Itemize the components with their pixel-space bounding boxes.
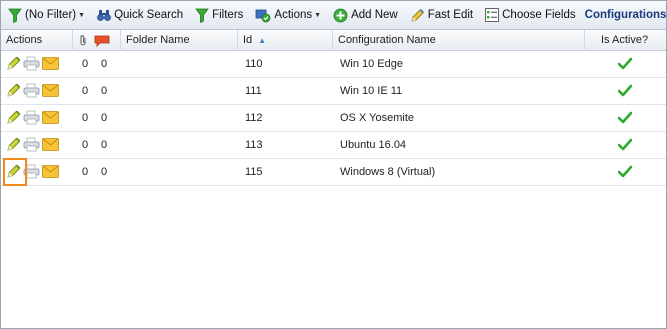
edit-icon[interactable] xyxy=(6,109,21,125)
fast-edit-button[interactable]: Fast Edit xyxy=(407,4,476,26)
email-icon[interactable] xyxy=(42,137,59,151)
table-row[interactable]: 0 0 110 Win 10 Edge xyxy=(1,51,666,78)
row-actions xyxy=(6,82,61,98)
checklist-icon xyxy=(485,8,500,22)
attachment-count: 0 xyxy=(82,112,89,124)
pencil-icon xyxy=(410,8,425,23)
row-actions xyxy=(6,55,61,71)
comment-count: 0 xyxy=(101,112,108,124)
table-row[interactable]: 0 0 113 Ubuntu 16.04 xyxy=(1,132,666,159)
add-new-button[interactable]: Add New xyxy=(330,4,401,26)
attachment-count: 0 xyxy=(82,139,89,151)
table-row[interactable]: 0 0 111 Win 10 IE 11 xyxy=(1,78,666,105)
chevron-down-icon: ▼ xyxy=(314,11,322,19)
column-header-id[interactable]: Id ▲ xyxy=(238,30,333,51)
checkmark-icon xyxy=(617,57,633,73)
checkmark-icon xyxy=(617,84,633,100)
configuration-name-cell[interactable]: Windows 8 (Virtual) xyxy=(340,159,435,185)
comment-count: 0 xyxy=(101,58,108,70)
row-actions xyxy=(6,136,61,152)
add-new-label: Add New xyxy=(351,9,398,21)
configuration-name-cell[interactable]: Win 10 Edge xyxy=(340,51,403,77)
filters-button[interactable]: Filters xyxy=(192,4,246,26)
email-icon[interactable] xyxy=(42,83,59,97)
edit-icon[interactable] xyxy=(6,55,21,71)
highlight-box xyxy=(3,158,27,186)
email-icon[interactable] xyxy=(42,110,59,124)
chevron-down-icon: ▼ xyxy=(78,11,86,19)
column-header-attachments-comments[interactable] xyxy=(73,30,121,51)
printer-icon[interactable] xyxy=(23,137,40,152)
comment-count: 0 xyxy=(101,166,108,178)
id-cell[interactable]: 115 xyxy=(245,159,263,185)
filter-dropdown-label: (No Filter) xyxy=(25,9,77,21)
configuration-name-cell[interactable]: Win 10 IE 11 xyxy=(340,78,402,104)
sort-ascending-icon: ▲ xyxy=(258,36,267,45)
column-header-actions[interactable]: Actions xyxy=(1,30,73,51)
id-cell[interactable]: 111 xyxy=(245,78,262,104)
configuration-name-cell[interactable]: Ubuntu 16.04 xyxy=(340,132,406,158)
printer-icon[interactable] xyxy=(23,56,40,71)
binoculars-icon xyxy=(97,9,111,22)
funnel-icon xyxy=(195,8,209,23)
funnel-icon xyxy=(8,8,22,23)
edit-icon[interactable] xyxy=(6,136,21,152)
column-header-folder-name[interactable]: Folder Name xyxy=(121,30,238,51)
row-actions xyxy=(6,109,61,125)
attachment-count: 0 xyxy=(82,166,89,178)
add-icon xyxy=(333,8,348,23)
grid-header: Actions Folder Name Id ▲ Configuration N… xyxy=(1,30,666,51)
column-header-configuration-name[interactable]: Configuration Name xyxy=(333,30,585,51)
actions-dropdown[interactable]: Actions ▼ xyxy=(252,4,324,26)
printer-icon[interactable] xyxy=(23,110,40,125)
choose-fields-label: Choose Fields xyxy=(502,9,576,21)
table-row[interactable]: 0 0 112 OS X Yosemite xyxy=(1,105,666,132)
column-header-id-label: Id xyxy=(243,34,253,46)
actions-icon xyxy=(255,8,271,23)
column-header-configuration-name-label: Configuration Name xyxy=(338,34,436,46)
checkmark-icon xyxy=(617,165,633,181)
table-row[interactable]: 0 0 115 Windows 8 (Virtual) xyxy=(1,159,666,186)
column-header-is-active[interactable]: Is Active? xyxy=(585,30,666,51)
column-header-folder-name-label: Folder Name xyxy=(126,34,190,46)
printer-icon[interactable] xyxy=(23,83,40,98)
actions-label: Actions xyxy=(274,9,313,21)
id-cell[interactable]: 112 xyxy=(245,105,263,131)
quick-search-button[interactable]: Quick Search xyxy=(94,4,186,26)
filters-label: Filters xyxy=(212,9,244,21)
toolbar: (No Filter) ▼ Quick Search Filters Actio… xyxy=(1,1,666,30)
fast-edit-label: Fast Edit xyxy=(427,9,474,21)
checkmark-icon xyxy=(617,138,633,154)
attachment-count: 0 xyxy=(82,58,89,70)
column-header-is-active-label: Is Active? xyxy=(601,34,649,46)
attachment-count: 0 xyxy=(82,85,89,97)
comment-count: 0 xyxy=(101,85,108,97)
edit-icon[interactable] xyxy=(6,82,21,98)
configuration-name-cell[interactable]: OS X Yosemite xyxy=(340,105,414,131)
page-title: Configurations xyxy=(584,9,667,21)
email-icon[interactable] xyxy=(42,164,59,178)
choose-fields-button[interactable]: Choose Fields xyxy=(482,4,579,26)
id-cell[interactable]: 110 xyxy=(245,51,263,77)
checkmark-icon xyxy=(617,111,633,127)
email-icon[interactable] xyxy=(42,56,59,70)
configurations-panel: (No Filter) ▼ Quick Search Filters Actio… xyxy=(0,0,667,329)
filter-dropdown[interactable]: (No Filter) ▼ xyxy=(5,4,88,26)
column-header-actions-label: Actions xyxy=(6,34,43,46)
id-cell[interactable]: 113 xyxy=(245,132,263,158)
comment-count: 0 xyxy=(101,139,108,151)
quick-search-label: Quick Search xyxy=(114,9,184,21)
